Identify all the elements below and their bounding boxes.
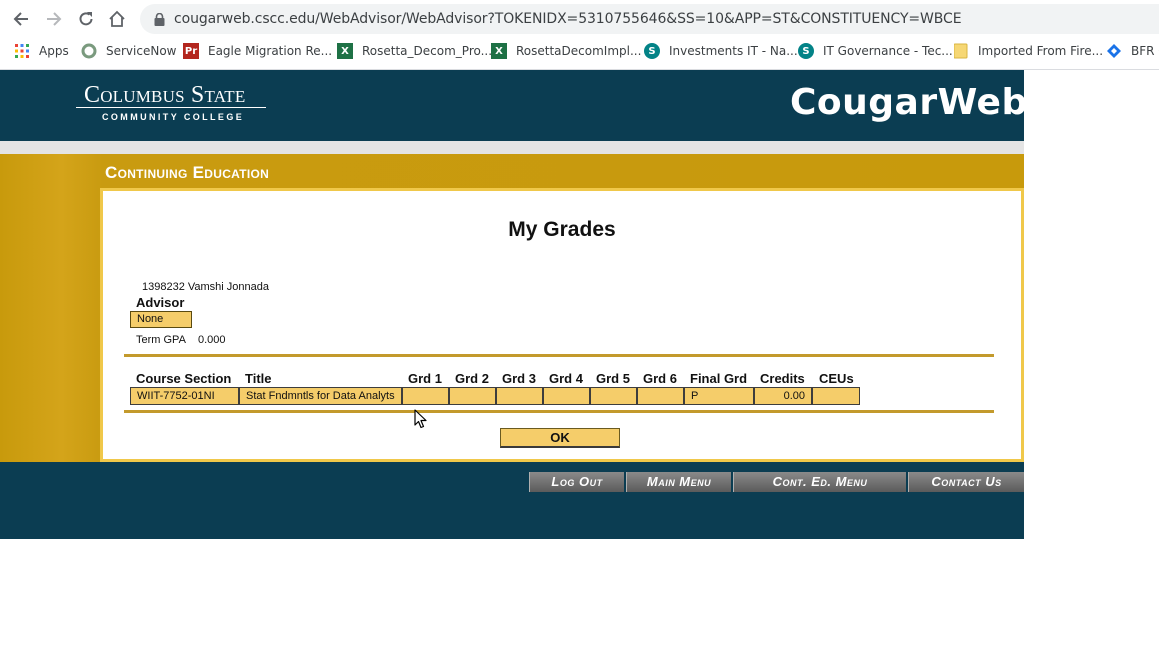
address-bar[interactable]: cougarweb.cscc.edu/WebAdvisor/WebAdvisor… [140, 4, 1159, 34]
apps-grid-icon [14, 43, 30, 59]
cell-grd1 [402, 387, 449, 405]
bookmark-label: Apps [39, 44, 69, 58]
cell-course-section: WIIT-7752-01NI [130, 387, 239, 405]
bookmark-eagle-migration[interactable]: Pr Eagle Migration Re... [183, 41, 332, 61]
browser-chrome: cougarweb.cscc.edu/WebAdvisor/WebAdvisor… [0, 0, 1159, 70]
cell-grd6 [637, 387, 684, 405]
divider [124, 410, 994, 413]
bookmark-servicenow[interactable]: ServiceNow [81, 41, 176, 61]
page-title: My Grades [508, 218, 616, 241]
forward-icon[interactable] [43, 8, 65, 30]
col-header-grd4: Grd 4 [549, 371, 583, 386]
col-header-course-section: Course Section [136, 371, 232, 386]
bookmark-it-governance[interactable]: S IT Governance - Tec... [798, 41, 953, 61]
col-header-final-grd: Final Grd [690, 371, 748, 386]
bookmark-bfr[interactable]: BFR G [1106, 41, 1159, 61]
college-logo-title[interactable]: Columbus State [84, 82, 245, 109]
cell-credits: 0.00 [754, 387, 812, 405]
cell-grd4 [543, 387, 590, 405]
main-menu-button[interactable]: Main Menu [626, 472, 731, 492]
ok-button[interactable]: OK [500, 428, 620, 448]
site-header: Columbus State COMMUNITY COLLEGE CougarW… [0, 70, 1027, 141]
bookmark-rosetta-decom-impl[interactable]: X RosettaDecomImpl... [491, 41, 641, 61]
servicenow-icon [81, 43, 97, 59]
folder-icon [953, 43, 969, 59]
bookmarks-bar: Apps ServiceNow Pr Eagle Migration Re...… [0, 37, 1159, 65]
bookmark-investments-it[interactable]: S Investments IT - Na... [644, 41, 798, 61]
bookmark-label: RosettaDecomImpl... [516, 44, 642, 58]
bookmark-rosetta-decom-pro[interactable]: X Rosetta_Decom_Pro... [337, 41, 492, 61]
bookmark-imported-from-firefox[interactable]: Imported From Fire... [953, 41, 1103, 61]
advisor-label: Advisor [136, 295, 185, 310]
log-out-button[interactable]: Log Out [529, 472, 624, 492]
back-icon[interactable] [10, 8, 32, 30]
term-gpa-label: Term GPA [136, 334, 186, 346]
cont-ed-menu-button[interactable]: Cont. Ed. Menu [733, 472, 906, 492]
cell-final-grd: P [684, 387, 754, 405]
excel-icon: X [337, 43, 353, 59]
college-logo-subtitle: COMMUNITY COLLEGE [102, 112, 245, 122]
col-header-grd5: Grd 5 [596, 371, 630, 386]
bookmark-label: IT Governance - Tec... [823, 44, 953, 58]
advisor-value: None [130, 311, 192, 328]
cell-ceus [812, 387, 860, 405]
sharepoint-icon: S [644, 43, 660, 59]
cell-grd2 [449, 387, 496, 405]
diamond-icon [1106, 43, 1122, 59]
lock-icon [154, 12, 165, 31]
pdf-icon: Pr [183, 43, 199, 59]
col-header-ceus: CEUs [819, 371, 854, 386]
col-header-title: Title [245, 371, 272, 386]
bookmark-label: Investments IT - Na... [669, 44, 798, 58]
contact-us-button[interactable]: Contact Us [908, 472, 1024, 492]
sharepoint-icon: S [798, 43, 814, 59]
bookmark-label: Rosetta_Decom_Pro... [362, 44, 493, 58]
divider [124, 354, 994, 357]
cell-grd5 [590, 387, 637, 405]
main-area: Continuing Education My Grades 1398232 V… [0, 154, 1024, 462]
cougarweb-brand: CougarWeb [790, 82, 1028, 123]
col-header-grd2: Grd 2 [455, 371, 489, 386]
col-header-grd3: Grd 3 [502, 371, 536, 386]
content-panel: My Grades 1398232 Vamshi Jonnada Advisor… [100, 188, 1024, 462]
section-title: Continuing Education [105, 163, 270, 182]
home-icon[interactable] [106, 8, 128, 30]
col-header-grd6: Grd 6 [643, 371, 677, 386]
mouse-cursor-icon [414, 409, 428, 434]
student-id-name: 1398232 Vamshi Jonnada [142, 281, 270, 293]
url-text[interactable]: cougarweb.cscc.edu/WebAdvisor/WebAdvisor… [174, 11, 962, 27]
bookmark-label: BFR G [1131, 44, 1159, 58]
bookmark-label: Imported From Fire... [978, 44, 1104, 58]
col-header-credits: Credits [760, 371, 805, 386]
excel-icon: X [491, 43, 507, 59]
cell-grd3 [496, 387, 543, 405]
term-gpa-value: 0.000 [198, 334, 226, 346]
footer-nav: Log Out Main Menu Cont. Ed. Menu Contact… [0, 462, 1024, 539]
cell-title: Stat Fndmntls for Data Analyts [239, 387, 402, 405]
bookmark-apps[interactable]: Apps [14, 41, 69, 61]
bookmark-label: Eagle Migration Re... [208, 44, 333, 58]
reload-icon[interactable] [75, 8, 97, 30]
bookmark-label: ServiceNow [106, 44, 177, 58]
header-divider-band [0, 141, 1024, 154]
logo-divider [76, 107, 266, 108]
col-header-grd1: Grd 1 [408, 371, 442, 386]
